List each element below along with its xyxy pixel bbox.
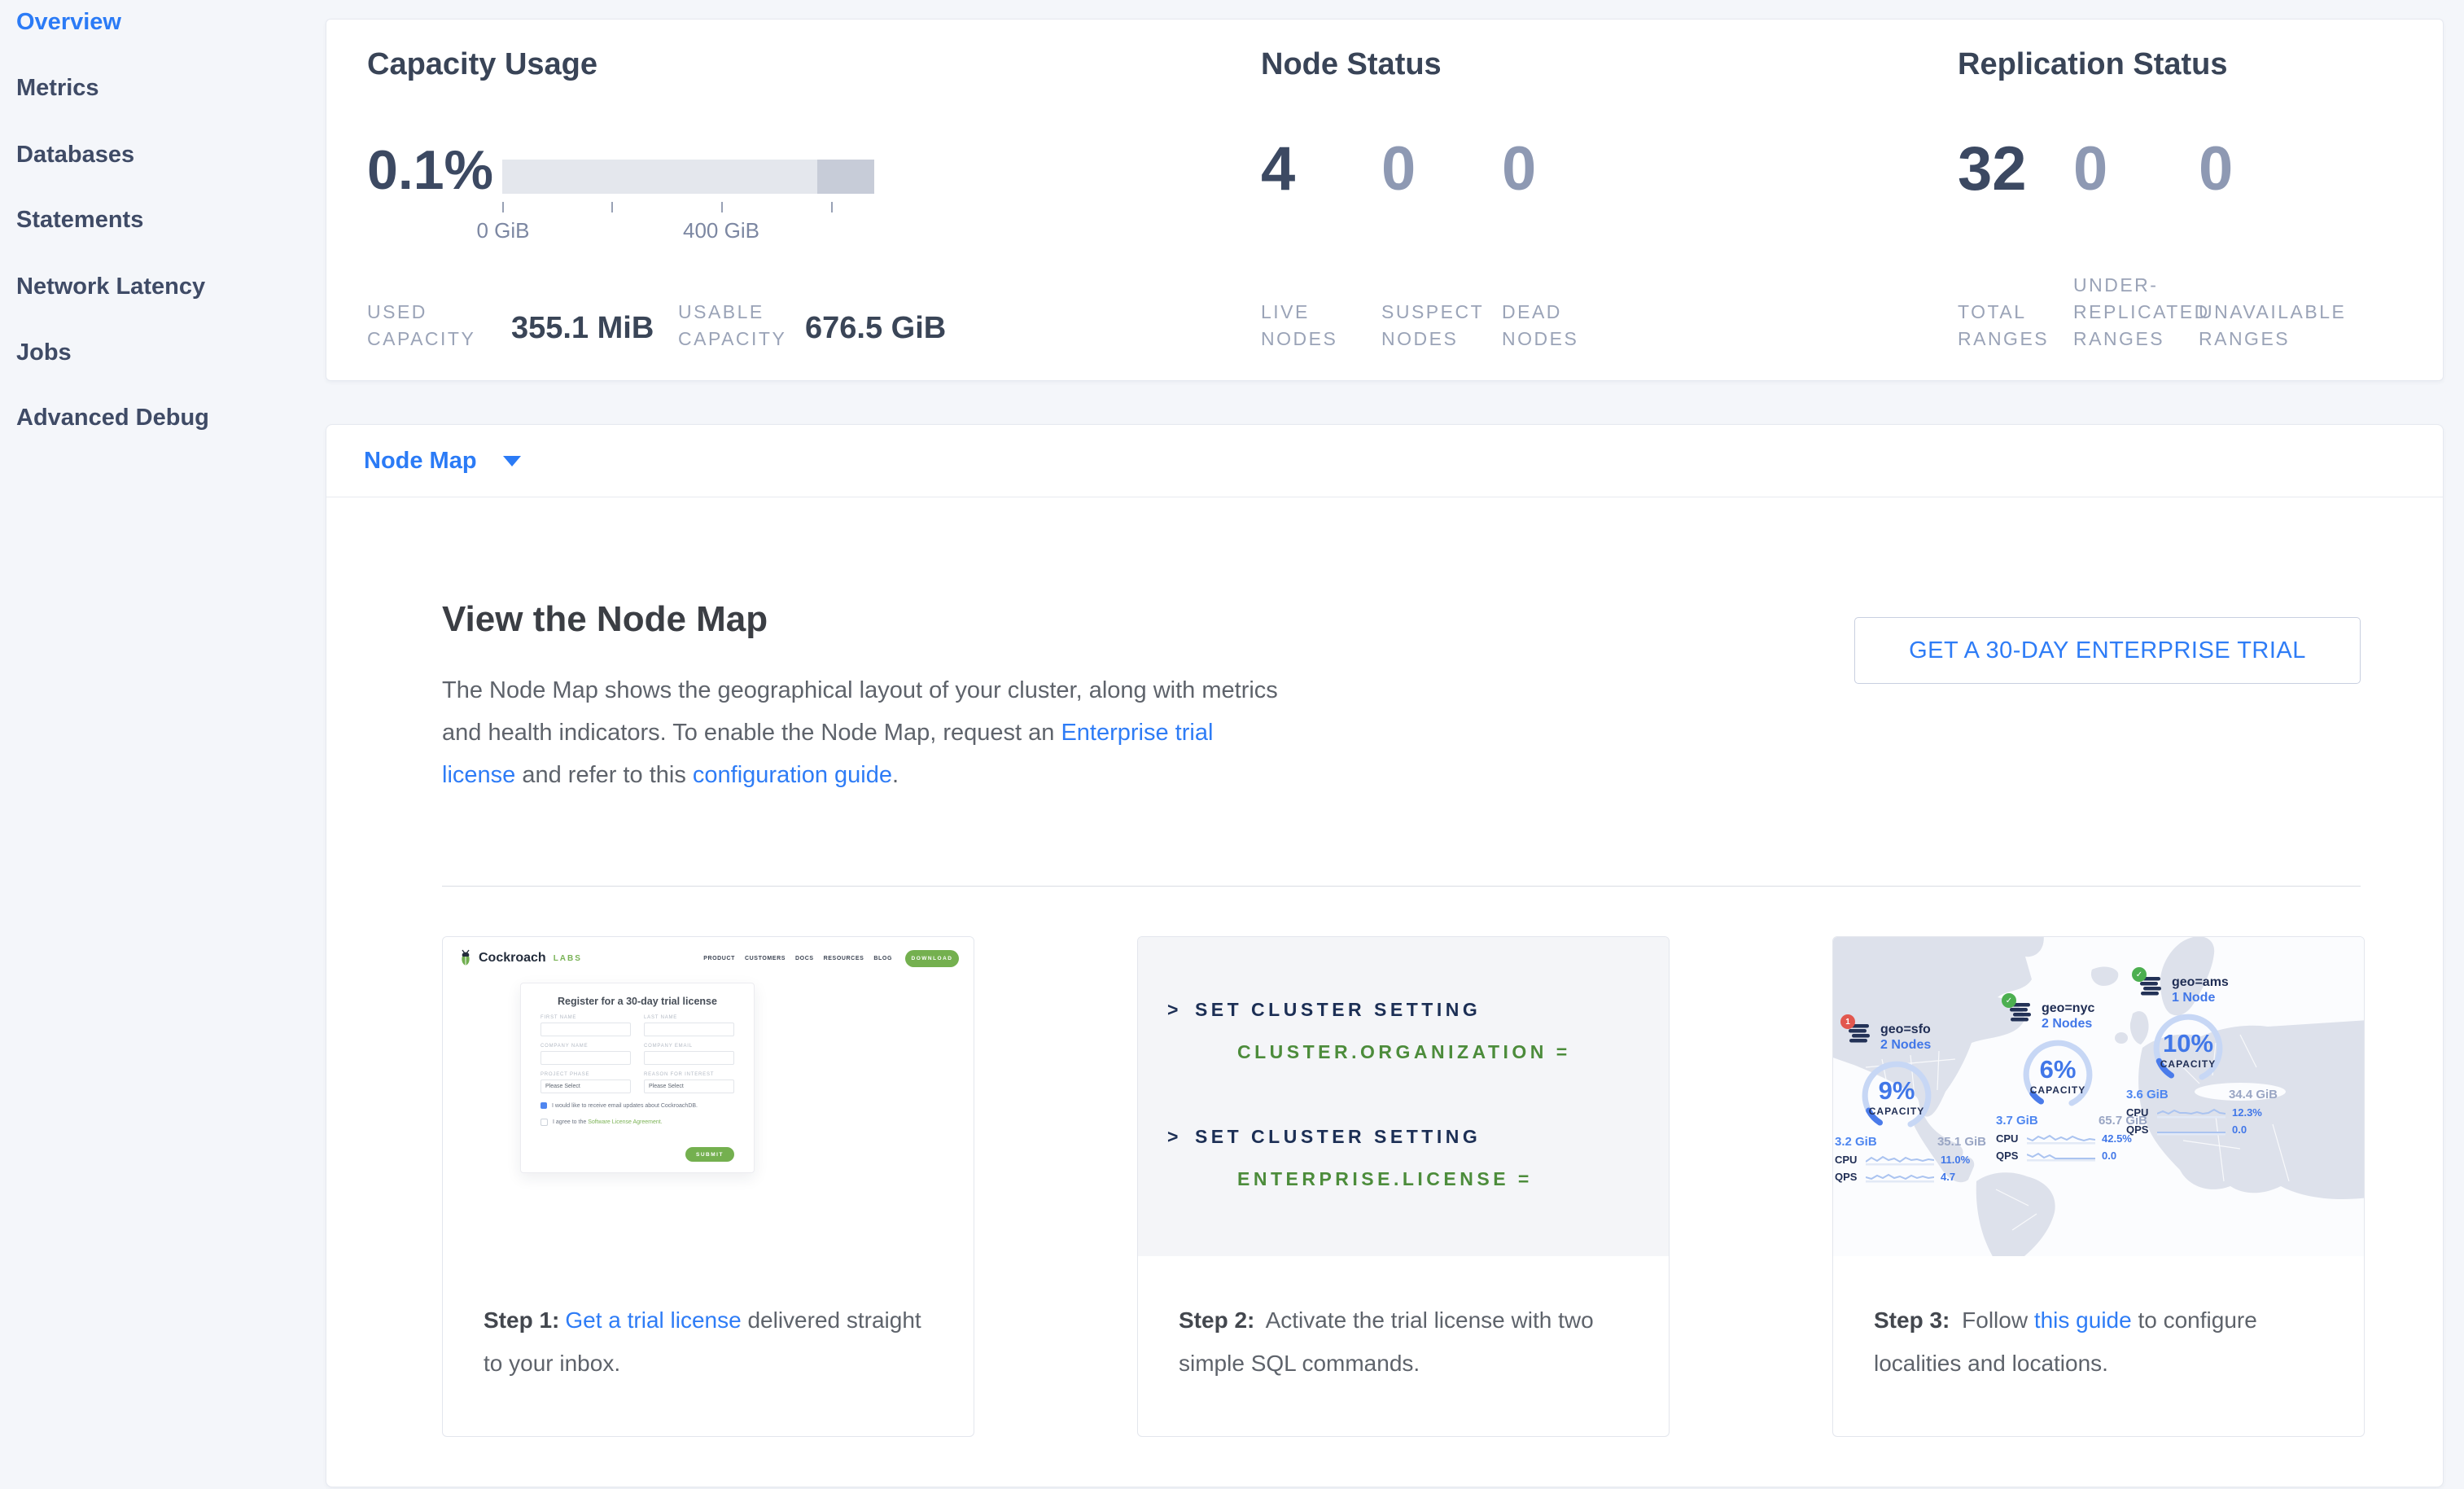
- dead-nodes-count: 0: [1502, 134, 1536, 204]
- step1-caption: Step 1:Get a trial license delivered str…: [443, 1256, 974, 1436]
- axis-tick: [831, 202, 833, 212]
- under-replicated-ranges-count: 0: [2073, 134, 2107, 204]
- mini-nav-docs: DOCS: [795, 956, 814, 961]
- qps-sparkline: [2027, 1149, 2095, 1162]
- sidebar-item-jobs[interactable]: Jobs: [16, 339, 72, 366]
- checkbox-checked-icon: [541, 1102, 547, 1109]
- sidebar-item-databases[interactable]: Databases: [16, 141, 134, 169]
- sql-argument: CLUSTER.ORGANIZATION =: [1237, 1041, 1571, 1063]
- map-locality-ams: ✓ geo=ams 1 Node 10% CAPACITY: [2126, 974, 2285, 1136]
- mini-nav-customers: CUSTOMERS: [745, 956, 786, 961]
- node-map-selector-label: Node Map: [364, 448, 477, 475]
- mini-submit-button: SUBMIT: [685, 1147, 734, 1162]
- capacity-usage-title: Capacity Usage: [367, 47, 597, 82]
- used-capacity-label: USED CAPACITY: [367, 299, 489, 353]
- axis-tick: [721, 202, 723, 212]
- live-nodes-label: LIVE NODES: [1261, 299, 1359, 353]
- live-nodes-count: 4: [1261, 134, 1295, 204]
- map-locality-sfo: 1 geo=sfo 2 Nodes 9% CAPACITY: [1835, 1022, 1994, 1183]
- database-icon: ✓: [2139, 974, 2164, 999]
- divider: [442, 886, 2361, 887]
- axis-tick-label: 400 GiB: [672, 218, 770, 243]
- capacity-gauge: 10% CAPACITY: [2151, 1011, 2225, 1086]
- mini-download-button: DOWNLOAD: [905, 950, 959, 967]
- step2-card: >SET CLUSTER SETTING CLUSTER.ORGANIZATIO…: [1137, 936, 1670, 1437]
- step3-card: 1 geo=sfo 2 Nodes 9% CAPACITY: [1832, 936, 2365, 1437]
- total-ranges-count: 32: [1958, 134, 2027, 204]
- trial-registration-form: Register for a 30-day trial license FIRS…: [520, 983, 755, 1173]
- sql-commands-illustration: >SET CLUSTER SETTING CLUSTER.ORGANIZATIO…: [1138, 937, 1669, 1256]
- step3-caption: Step 3: Follow this guide to configure l…: [1833, 1256, 2364, 1436]
- unavailable-ranges-label: UNAVAILABLE RANGES: [2199, 299, 2390, 353]
- node-map-view-selector[interactable]: Node Map: [326, 425, 2443, 497]
- capacity-gauge: 6% CAPACITY: [2020, 1037, 2095, 1112]
- mini-site-nav-links: PRODUCT CUSTOMERS DOCS RESOURCES BLOG: [703, 956, 892, 961]
- company-name-field: [541, 1051, 631, 1065]
- sidebar-item-advanced-debug[interactable]: Advanced Debug: [16, 404, 209, 431]
- cockroachdb-admin-ui: Overview Metrics Databases Statements Ne…: [0, 0, 2464, 1489]
- this-guide-link[interactable]: this guide: [2034, 1307, 2132, 1333]
- cpu-sparkline: [1866, 1153, 1934, 1166]
- axis-tick: [502, 202, 504, 212]
- used-capacity-value: 355.1 MiB: [511, 311, 654, 346]
- cpu-sparkline: [2157, 1106, 2225, 1119]
- checkbox-empty-icon: [541, 1119, 548, 1126]
- capacity-used-percent: 0.1%: [367, 138, 493, 202]
- sql-statement: >SET CLUSTER SETTING: [1167, 1126, 1481, 1148]
- replication-status-title: Replication Status: [1958, 47, 2228, 82]
- project-phase-select: Please Select: [541, 1080, 631, 1093]
- status-alert-badge: 1: [1840, 1014, 1855, 1029]
- suspect-nodes-count: 0: [1381, 134, 1416, 204]
- mini-nav-resources: RESOURCES: [824, 956, 864, 961]
- sidebar-item-statements[interactable]: Statements: [16, 206, 143, 234]
- usable-capacity-value: 676.5 GiB: [805, 311, 946, 346]
- chevron-down-icon: [503, 456, 521, 466]
- last-name-field: [644, 1023, 734, 1036]
- page-title: View the Node Map: [442, 599, 768, 640]
- unavailable-ranges-count: 0: [2199, 134, 2233, 204]
- mini-nav-blog: BLOG: [873, 956, 892, 961]
- node-map-panel: Node Map View the Node Map The Node Map …: [326, 424, 2444, 1487]
- sql-statement: >SET CLUSTER SETTING: [1167, 999, 1481, 1021]
- form-title: Register for a 30-day trial license: [521, 996, 754, 1007]
- cluster-summary-card: Capacity Usage 0.1% 0 GiB 400 GiB USED C…: [326, 19, 2444, 381]
- first-name-field: [541, 1023, 631, 1036]
- status-healthy-badge: ✓: [2002, 993, 2016, 1008]
- mini-nav-product: PRODUCT: [703, 956, 735, 961]
- total-ranges-label: TOTAL RANGES: [1958, 299, 2072, 353]
- qps-sparkline: [2157, 1123, 2225, 1136]
- step1-card: Cockroach LABS PRODUCT CUSTOMERS DOCS RE…: [442, 936, 974, 1437]
- node-status-title: Node Status: [1261, 47, 1442, 82]
- company-email-field: [644, 1051, 734, 1065]
- dead-nodes-label: DEAD NODES: [1502, 299, 1608, 353]
- node-map-illustration: 1 geo=sfo 2 Nodes 9% CAPACITY: [1833, 937, 2364, 1256]
- qps-sparkline: [1866, 1170, 1934, 1183]
- cockroach-labs-logo: Cockroach LABS: [457, 948, 582, 968]
- capacity-usage-bar: [502, 160, 874, 194]
- capacity-bar-other-segment: [817, 160, 874, 194]
- node-map-description: The Node Map shows the geographical layo…: [442, 669, 1289, 796]
- sql-argument: ENTERPRISE.LICENSE =: [1237, 1168, 1533, 1190]
- sidebar-item-network-latency[interactable]: Network Latency: [16, 273, 205, 300]
- mini-site-navbar: Cockroach LABS PRODUCT CUSTOMERS DOCS RE…: [443, 937, 974, 979]
- database-icon: 1: [1848, 1022, 1872, 1046]
- get-trial-license-link[interactable]: Get a trial license: [565, 1307, 741, 1333]
- database-icon: ✓: [2009, 1001, 2033, 1025]
- capacity-gauge: 9% CAPACITY: [1859, 1058, 1934, 1133]
- under-replicated-ranges-label: UNDER-REPLICATED RANGES: [2073, 272, 2216, 353]
- axis-tick-label: 0 GiB: [454, 218, 552, 243]
- sidebar-item-overview[interactable]: Overview: [16, 8, 121, 36]
- status-healthy-badge: ✓: [2132, 967, 2147, 982]
- axis-tick: [611, 202, 613, 212]
- reason-select: Please Select: [644, 1080, 734, 1093]
- sidebar-item-metrics[interactable]: Metrics: [16, 74, 99, 102]
- step2-caption: Step 2: Activate the trial license with …: [1138, 1256, 1669, 1436]
- usable-capacity-label: USABLE CAPACITY: [678, 299, 800, 353]
- configuration-guide-link[interactable]: configuration guide: [693, 762, 892, 788]
- suspect-nodes-label: SUSPECT NODES: [1381, 299, 1503, 353]
- cockroach-bug-icon: [457, 948, 474, 968]
- trial-license-site-screenshot: Cockroach LABS PRODUCT CUSTOMERS DOCS RE…: [443, 937, 974, 1256]
- cpu-sparkline: [2027, 1132, 2095, 1145]
- get-enterprise-trial-button[interactable]: GET A 30-DAY ENTERPRISE TRIAL: [1854, 617, 2361, 684]
